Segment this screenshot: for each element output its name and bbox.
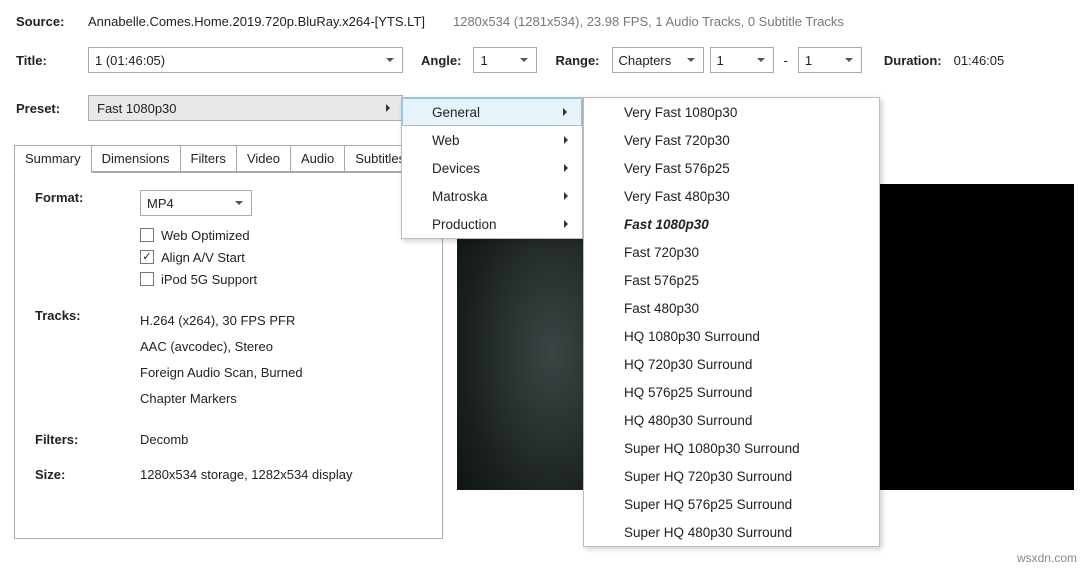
preset-category-web[interactable]: Web (402, 126, 582, 154)
preset-item[interactable]: Fast 576p25 (584, 266, 879, 294)
preset-item[interactable]: Super HQ 720p30 Surround (584, 462, 879, 490)
preset-item[interactable]: Super HQ 480p30 Surround (584, 518, 879, 546)
checkbox-icon (140, 272, 154, 286)
web-optimized-checkbox[interactable]: Web Optimized (140, 224, 257, 246)
preset-item[interactable]: Fast 480p30 (584, 294, 879, 322)
watermark-text: wsxdn.com (1017, 551, 1077, 565)
preset-select[interactable]: Fast 1080p30 (88, 95, 403, 121)
align-av-checkbox[interactable]: ✓ Align A/V Start (140, 246, 257, 268)
checkbox-icon: ✓ (140, 250, 154, 264)
preset-item[interactable]: Very Fast 720p30 (584, 126, 879, 154)
filters-value: Decomb (140, 432, 188, 447)
angle-select[interactable]: 1 (473, 47, 537, 73)
format-select[interactable]: MP4 (140, 190, 252, 216)
size-value: 1280x534 storage, 1282x534 display (140, 467, 353, 482)
title-select[interactable]: 1 (01:46:05) (88, 47, 403, 73)
duration-value: 01:46:05 (954, 53, 1005, 68)
preset-category-general[interactable]: General (402, 98, 582, 126)
range-select-value: Chapters (619, 53, 672, 68)
tab-audio[interactable]: Audio (290, 145, 345, 173)
range-select[interactable]: Chapters (612, 47, 704, 73)
angle-label: Angle: (421, 53, 461, 68)
align-av-label: Align A/V Start (161, 250, 245, 265)
track-line: H.264 (x264), 30 FPS PFR (140, 308, 303, 334)
web-optimized-label: Web Optimized (161, 228, 250, 243)
track-line: Chapter Markers (140, 386, 303, 412)
ipod-label: iPod 5G Support (161, 272, 257, 287)
preset-select-value: Fast 1080p30 (97, 101, 177, 116)
preset-category-menu: GeneralWebDevicesMatroskaProduction (401, 97, 583, 239)
preset-item[interactable]: Very Fast 576p25 (584, 154, 879, 182)
range-to-select[interactable]: 1 (798, 47, 862, 73)
preset-item[interactable]: HQ 480p30 Surround (584, 406, 879, 434)
preset-item[interactable]: HQ 576p25 Surround (584, 378, 879, 406)
checkbox-icon (140, 228, 154, 242)
preset-item[interactable]: Fast 1080p30 (584, 210, 879, 238)
preset-item[interactable]: Super HQ 576p25 Surround (584, 490, 879, 518)
source-value: Annabelle.Comes.Home.2019.720p.BluRay.x2… (88, 14, 425, 29)
preset-item[interactable]: HQ 720p30 Surround (584, 350, 879, 378)
tracks-lines: H.264 (x264), 30 FPS PFRAAC (avcodec), S… (140, 308, 303, 412)
tab-pane-summary: Format: MP4 Web Optimized ✓ Align A/V St… (14, 171, 443, 539)
preset-category-devices[interactable]: Devices (402, 154, 582, 182)
preset-item[interactable]: Super HQ 1080p30 Surround (584, 434, 879, 462)
tab-summary[interactable]: Summary (14, 145, 92, 173)
size-label: Size: (35, 467, 140, 482)
preset-item[interactable]: Very Fast 1080p30 (584, 98, 879, 126)
range-dash: - (774, 53, 798, 68)
tracks-label: Tracks: (35, 308, 140, 412)
preset-item[interactable]: HQ 1080p30 Surround (584, 322, 879, 350)
tab-dimensions[interactable]: Dimensions (91, 145, 181, 173)
ipod-checkbox[interactable]: iPod 5G Support (140, 268, 257, 290)
range-from-select[interactable]: 1 (710, 47, 774, 73)
source-info: 1280x534 (1281x534), 23.98 FPS, 1 Audio … (453, 14, 844, 29)
range-from-value: 1 (717, 53, 724, 68)
range-to-value: 1 (805, 53, 812, 68)
range-label: Range: (555, 53, 599, 68)
format-value: MP4 (147, 196, 174, 211)
preset-general-submenu: Very Fast 1080p30Very Fast 720p30Very Fa… (583, 97, 880, 547)
track-line: Foreign Audio Scan, Burned (140, 360, 303, 386)
format-label: Format: (35, 190, 140, 290)
filters-label: Filters: (35, 432, 140, 447)
title-select-value: 1 (01:46:05) (95, 53, 165, 68)
preset-label: Preset: (16, 101, 76, 116)
angle-select-value: 1 (480, 53, 487, 68)
track-line: AAC (avcodec), Stereo (140, 334, 303, 360)
source-label: Source: (16, 14, 76, 29)
preset-category-matroska[interactable]: Matroska (402, 182, 582, 210)
tab-video[interactable]: Video (236, 145, 291, 173)
preset-item[interactable]: Very Fast 480p30 (584, 182, 879, 210)
preset-category-production[interactable]: Production (402, 210, 582, 238)
tab-filters[interactable]: Filters (180, 145, 237, 173)
preset-item[interactable]: Fast 720p30 (584, 238, 879, 266)
title-label: Title: (16, 53, 76, 68)
duration-label: Duration: (884, 53, 942, 68)
